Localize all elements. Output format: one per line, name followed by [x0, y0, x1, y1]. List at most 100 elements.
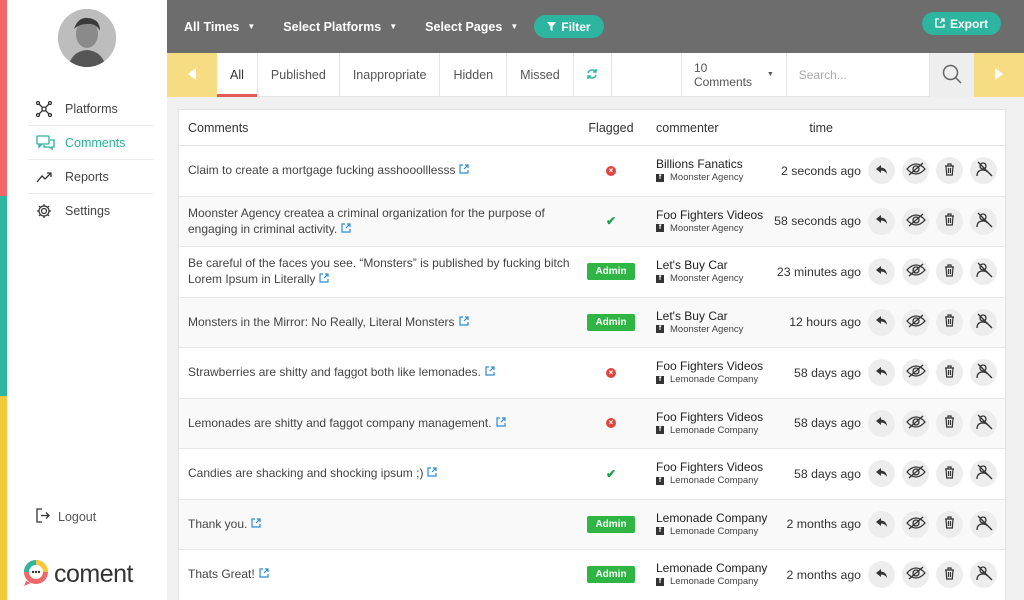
external-link-icon[interactable] — [458, 316, 469, 329]
pages-dropdown[interactable]: Select Pages ▼ — [425, 20, 518, 34]
ban-user-button[interactable] — [970, 460, 997, 488]
comment-cell: Moonster Agency createa a criminal organ… — [179, 205, 571, 238]
time-cell: 58 days ago — [793, 416, 861, 431]
reply-button[interactable] — [868, 308, 895, 336]
hide-button[interactable] — [902, 510, 929, 538]
table-row[interactable]: Be careful of the faces you see. “Monste… — [179, 247, 1005, 298]
platforms-dropdown[interactable]: Select Platforms ▼ — [283, 20, 397, 34]
tab-inappropriate[interactable]: Inappropriate — [340, 53, 441, 97]
column-header-commenter[interactable]: commenter — [651, 121, 773, 135]
delete-button[interactable] — [936, 308, 963, 336]
table-row[interactable]: Moonster Agency createa a criminal organ… — [179, 196, 1005, 247]
avatar[interactable] — [58, 9, 116, 67]
ban-user-button[interactable] — [970, 258, 997, 286]
sidebar-item-reports[interactable]: Reports — [28, 160, 154, 194]
table-row[interactable]: Thank you. Admin Lemonade Company f Lemonade… — [179, 499, 1005, 550]
export-button[interactable]: Export — [921, 12, 1001, 35]
table-row[interactable]: Monsters in the Mirror: No Really, Liter… — [179, 297, 1005, 348]
hide-button[interactable] — [902, 460, 929, 488]
reply-button[interactable] — [868, 258, 895, 286]
comments-per-page-select[interactable]: 10 Comments ▼ — [682, 53, 787, 96]
tab-all[interactable]: All — [217, 53, 258, 97]
external-link-icon[interactable] — [259, 568, 269, 581]
hide-button[interactable] — [902, 258, 929, 286]
delete-button[interactable] — [936, 460, 963, 488]
external-link-icon[interactable] — [427, 467, 438, 480]
sidebar-item-platforms[interactable]: Platforms — [28, 92, 154, 126]
logout-button[interactable]: Logout — [36, 508, 96, 526]
tab-published[interactable]: Published — [258, 53, 340, 97]
search-button[interactable] — [929, 53, 974, 97]
commenter-name[interactable]: Foo Fighters Videos — [656, 360, 773, 373]
table-row[interactable]: Claim to create a mortgage fucking assho… — [179, 146, 1005, 197]
reply-button[interactable] — [868, 207, 895, 235]
table-row[interactable]: Lemonades are shitty and faggot company … — [179, 398, 1005, 449]
external-link-icon[interactable] — [251, 518, 261, 531]
sidebar-item-comments[interactable]: Comments — [28, 126, 154, 160]
ban-user-button[interactable] — [970, 308, 997, 336]
refresh-button[interactable] — [574, 53, 612, 97]
ban-user-button[interactable] — [970, 561, 997, 589]
commenter-name[interactable]: Foo Fighters Videos — [656, 461, 773, 474]
external-link-icon[interactable] — [459, 164, 470, 177]
hide-button[interactable] — [902, 308, 929, 336]
sidebar-item-settings[interactable]: Settings — [28, 194, 154, 228]
commenter-name[interactable]: Foo Fighters Videos — [656, 208, 773, 222]
external-link-icon[interactable] — [495, 417, 506, 430]
ban-user-button[interactable] — [970, 359, 997, 387]
tab-hidden[interactable]: Hidden — [440, 53, 508, 97]
commenter-cell: Lemonade Company f Lemonade Company — [651, 511, 773, 537]
delete-button[interactable] — [936, 510, 963, 538]
column-header-time[interactable]: time — [773, 121, 861, 135]
external-link-icon[interactable] — [485, 366, 495, 379]
reply-button[interactable] — [868, 359, 895, 387]
external-link-icon[interactable] — [341, 223, 351, 236]
external-link-icon[interactable] — [319, 273, 329, 286]
ban-user-button[interactable] — [970, 207, 997, 235]
comment-text: Strawberries are shitty and faggot both … — [188, 365, 481, 380]
table-row[interactable]: Thats Great! Admin Lemonade Company f Lemona… — [179, 550, 1005, 600]
delete-button[interactable] — [936, 409, 963, 437]
search-input[interactable] — [798, 67, 929, 82]
delete-button[interactable] — [936, 157, 963, 185]
table-row[interactable]: Strawberries are shitty and faggot both … — [179, 348, 1005, 399]
tab-missed[interactable]: Missed — [507, 53, 574, 97]
hide-button[interactable] — [902, 359, 929, 387]
commenter-name[interactable]: Let's Buy Car — [656, 309, 773, 323]
hide-button[interactable] — [902, 157, 929, 185]
eye-slash-icon — [905, 415, 926, 432]
delete-button[interactable] — [936, 561, 963, 589]
filter-button[interactable]: Filter — [534, 15, 604, 38]
admin-badge: Admin — [587, 313, 635, 331]
delete-button[interactable] — [936, 258, 963, 286]
ban-user-button[interactable] — [970, 510, 997, 538]
ban-user-button[interactable] — [970, 157, 997, 185]
time-range-dropdown[interactable]: All Times ▼ — [184, 20, 255, 34]
delete-button[interactable] — [936, 359, 963, 387]
top-toolbar: All Times ▼ Select Platforms ▼ Select Pa… — [167, 0, 1024, 53]
next-arrow-button[interactable] — [973, 53, 1024, 97]
commenter-name[interactable]: Lemonade Company — [656, 562, 773, 575]
column-header-flagged[interactable]: Flagged — [571, 121, 651, 135]
reply-button[interactable] — [868, 510, 895, 538]
column-header-comments[interactable]: Comments — [179, 121, 571, 135]
reply-button[interactable] — [868, 409, 895, 437]
ban-user-button[interactable] — [970, 409, 997, 437]
hide-button[interactable] — [902, 207, 929, 235]
reply-icon — [875, 366, 888, 380]
hide-button[interactable] — [902, 561, 929, 589]
row-actions — [861, 409, 1005, 437]
table-row[interactable]: Candies are shacking and shocking ipsum … — [179, 449, 1005, 500]
reply-button[interactable] — [868, 157, 895, 185]
hide-button[interactable] — [902, 409, 929, 437]
commenter-name[interactable]: Let's Buy Car — [656, 259, 773, 272]
prev-arrow-button[interactable] — [167, 53, 217, 97]
reply-button[interactable] — [868, 460, 895, 488]
commenter-name[interactable]: Billions Fanatics — [656, 158, 773, 171]
delete-button[interactable] — [936, 207, 963, 235]
commenter-name[interactable]: Lemonade Company — [656, 511, 773, 525]
reply-button[interactable] — [868, 561, 895, 589]
sidebar-item-label: Platforms — [65, 101, 118, 116]
commenter-name[interactable]: Foo Fighters Videos — [656, 410, 773, 424]
eye-slash-icon — [905, 213, 926, 230]
